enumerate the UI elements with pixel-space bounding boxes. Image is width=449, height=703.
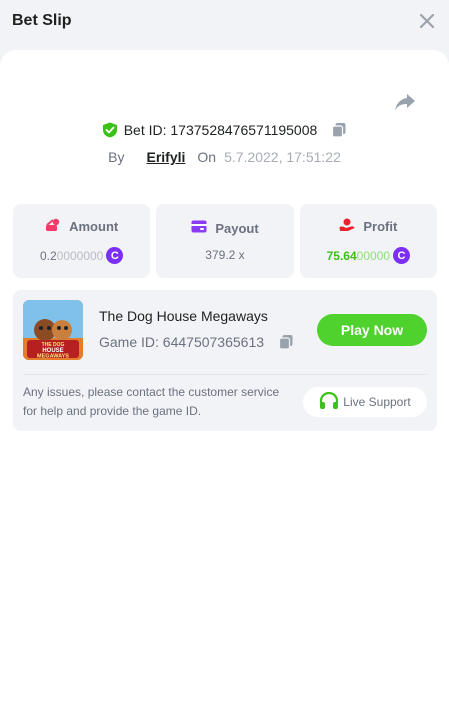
headset-icon <box>319 391 339 413</box>
copy-game-id-icon[interactable] <box>278 334 294 350</box>
amount-stat: Amount 0.20000000 C <box>13 204 151 278</box>
coin-icon: C <box>393 247 411 264</box>
profit-label: Profit <box>363 219 398 234</box>
live-support-button[interactable]: Live Support <box>303 387 427 417</box>
profit-icon <box>339 218 355 235</box>
game-card: THE DOG HOUSE MEGAWAYS The Dog House Meg… <box>13 290 437 431</box>
play-now-button[interactable]: Play Now <box>317 314 427 346</box>
thumb-title-line-3: MEGAWAYS <box>37 354 69 360</box>
payout-icon <box>191 220 207 236</box>
by-label: By <box>108 149 125 165</box>
bet-detail-panel: Bet ID: 1737528476571195008 By Erifyli O… <box>0 50 449 703</box>
amount-value-zeros: 0000000 <box>56 248 104 263</box>
game-name[interactable]: The Dog House Megaways <box>99 308 268 324</box>
game-id-row: Game ID: 6447507365613 <box>99 334 294 350</box>
copy-bet-id-icon[interactable] <box>331 122 347 138</box>
username-link[interactable]: Erifyli <box>146 149 185 165</box>
divider <box>23 374 427 375</box>
profit-stat: Profit 75.6400000 C <box>299 204 437 278</box>
bet-meta-row: By Erifyli On 5.7.2022, 17:51:22 <box>0 149 449 165</box>
profit-value: 75.64 <box>326 248 357 263</box>
bet-date: 5.7.2022, 17:51:22 <box>224 149 341 165</box>
verified-shield-icon <box>102 122 118 138</box>
amount-icon <box>45 218 61 235</box>
amount-value: 0.2 <box>39 248 57 263</box>
bet-slip-header: Bet Slip <box>0 0 449 42</box>
payout-stat: Payout 379.2 x <box>156 204 294 278</box>
game-id-text: Game ID: 6447507365613 <box>99 334 265 350</box>
payout-value: 379.2 x <box>205 248 245 262</box>
close-icon[interactable] <box>417 11 437 31</box>
bet-id-text: Bet ID: 1737528476571195008 <box>123 122 318 138</box>
page-title: Bet Slip <box>12 12 72 29</box>
game-thumbnail[interactable]: THE DOG HOUSE MEGAWAYS <box>23 300 83 360</box>
bet-id-row: Bet ID: 1737528476571195008 <box>0 122 449 138</box>
bet-stats: Amount 0.20000000 C Payout 379.2 x Profi… <box>13 204 437 278</box>
support-notice: Any issues, please contact the customer … <box>23 385 280 418</box>
profit-value-zeros: 00000 <box>356 248 391 263</box>
amount-label: Amount <box>69 219 119 234</box>
on-label: On <box>197 149 217 165</box>
live-support-label: Live Support <box>343 395 411 409</box>
payout-label: Payout <box>215 220 259 236</box>
share-icon[interactable] <box>394 92 416 112</box>
coin-icon: C <box>106 247 124 264</box>
